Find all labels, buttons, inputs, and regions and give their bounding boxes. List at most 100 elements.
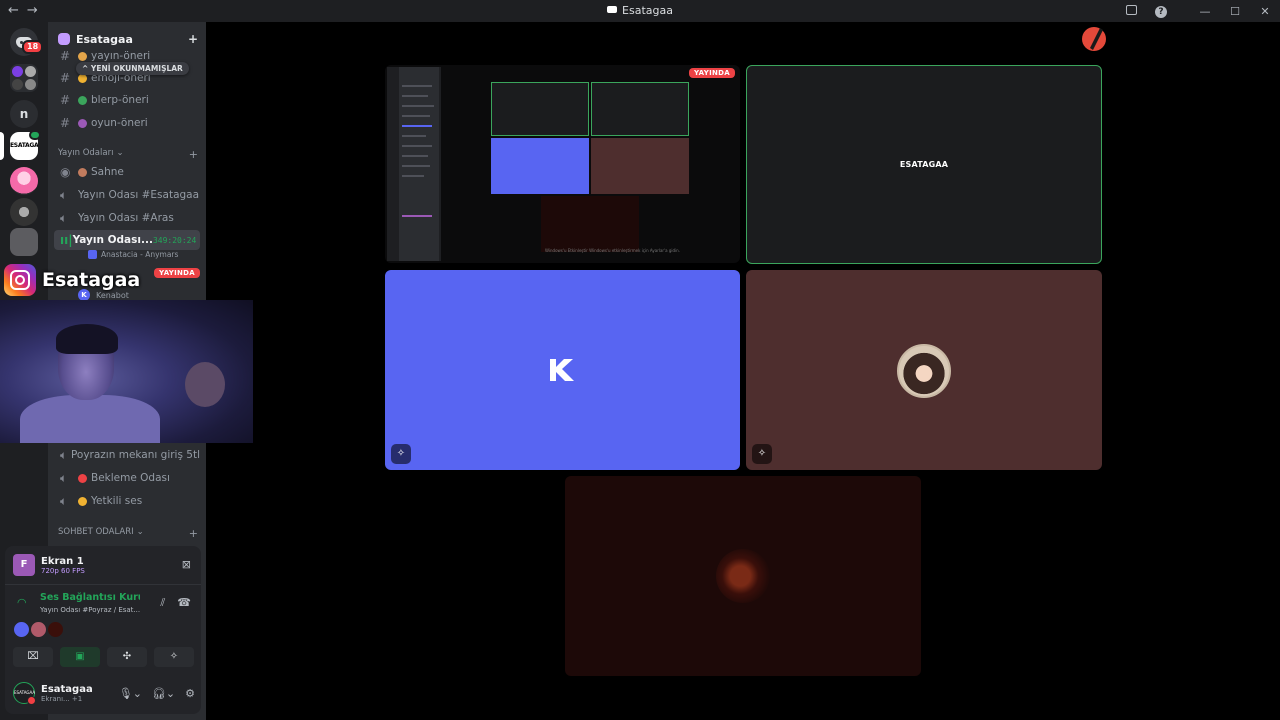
avatar [716, 549, 770, 603]
mention-badge: 18 [22, 40, 44, 54]
channel-label: Sahne [91, 166, 124, 178]
server-boost-icon [58, 33, 70, 45]
voice-participants [14, 622, 63, 637]
title-bar: ←→ Esatagaa ? — ☐ ✕ [0, 0, 1280, 22]
username: Esatagaa [41, 683, 93, 695]
divider [5, 584, 201, 585]
headphones-icon[interactable]: 🎧︎⌄ [152, 687, 175, 700]
channel-label: Poyrazın mekanı giriş 5tl [70, 449, 200, 461]
speaker-icon: 🔈︎ [60, 470, 68, 485]
channel-oyun-oneri[interactable]: # oyun-öneri [54, 113, 200, 133]
channel-label: Yetkili ses [91, 495, 143, 507]
server-n[interactable]: n [10, 100, 38, 128]
add-channel-icon[interactable]: + [189, 527, 198, 540]
channel-label: Yayın Odası... [72, 234, 153, 246]
channel-poyraz[interactable]: 🔈︎ Poyrazın mekanı giriş 5tl [54, 445, 200, 465]
lock-icon [78, 496, 87, 506]
soundboard-button[interactable]: ✧ [154, 647, 194, 667]
noise-suppression-icon[interactable]: ⫽ [160, 596, 165, 610]
avatar[interactable] [31, 622, 46, 637]
channel-emoji-icon [78, 51, 87, 61]
channel-emoji-icon [78, 118, 87, 128]
channel-label: Yayın Odası #Esatagaa [78, 189, 200, 201]
activity-icon [88, 250, 97, 259]
channel-activity: Anastacia - Anymars [88, 250, 178, 259]
channel-yayin-active[interactable]: ıı| Yayın Odası... 349:20:24 [54, 230, 200, 250]
channel-bekleme[interactable]: 🔈︎ Bekleme Odası [54, 468, 200, 488]
participant-tile-esatagaa[interactable]: ESATAGAA [746, 65, 1102, 264]
participant-tile-anime[interactable]: ✧ [746, 270, 1102, 470]
voice-controls: ⫽ ☎ [160, 596, 191, 610]
soundboard-icon[interactable]: ✧ [752, 444, 772, 464]
window-title: Esatagaa [0, 4, 1280, 17]
instagram-icon [4, 264, 36, 296]
stream-quality: 720p 60 FPS [41, 566, 85, 575]
kenabot-logo-icon [550, 359, 574, 381]
stream-thumb: F [13, 554, 35, 576]
brand-logo-icon [1082, 27, 1106, 51]
screen-live-badge: YAYINDA [688, 68, 735, 78]
stop-stream-icon[interactable]: ⊠ [182, 558, 191, 571]
hash-icon: # [60, 93, 71, 107]
selected-server-indicator [0, 132, 4, 160]
help-icon[interactable]: ? [1146, 4, 1176, 18]
channel-yayin-aras[interactable]: 🔈︎ Yayın Odası #Aras [54, 208, 200, 228]
channel-label: oyun-öneri [91, 117, 148, 129]
disconnect-icon[interactable]: ☎ [177, 596, 191, 610]
webcam-overlay [0, 300, 253, 443]
stream-info[interactable]: F Ekran 1 720p 60 FPS [13, 554, 85, 576]
chevron-down-icon: ⌄ [136, 527, 144, 537]
close-button[interactable]: ✕ [1250, 5, 1280, 18]
server-gray[interactable] [10, 228, 38, 256]
hash-icon: # [60, 116, 71, 130]
avatar[interactable]: ESATAGAA [13, 682, 36, 705]
window-title-text: Esatagaa [622, 4, 673, 17]
signal-icon: ◠ [17, 596, 27, 609]
category-label: Yayın Odaları [58, 148, 114, 158]
channel-sahne[interactable]: ◉ Sahne [54, 162, 200, 182]
channel-emoji-icon [78, 167, 87, 177]
server-folder[interactable] [10, 64, 38, 92]
add-member-icon[interactable]: + [188, 32, 198, 46]
gear-icon[interactable]: ⚙ [185, 687, 195, 700]
camera-toggle-button[interactable]: ⌧ [13, 647, 53, 667]
microphone-icon[interactable]: 🎙︎⌄ [119, 687, 142, 700]
activity-label: Anastacia - Anymars [101, 250, 179, 259]
maximize-button[interactable]: ☐ [1220, 5, 1250, 18]
channel-blerp-oneri[interactable]: # blerp-öneri [54, 90, 200, 110]
chevron-down-icon: ⌄ [116, 148, 124, 158]
minimize-button[interactable]: — [1190, 5, 1220, 18]
category-label: SOHBET ODALARI [58, 527, 134, 537]
soundboard-icon[interactable]: ✧ [391, 444, 411, 464]
category-sohbet-odalari[interactable]: SOHBET ODALARI ⌄ + [58, 527, 198, 540]
hash-icon: # [60, 71, 71, 85]
category-yayin-odalari[interactable]: Yayın Odaları ⌄ + [58, 148, 198, 161]
add-channel-icon[interactable]: + [189, 148, 198, 161]
voice-activity-icon: ıı| [60, 233, 73, 247]
channel-emoji-icon [78, 473, 87, 483]
voice-channel: Yayın Odası #Poyraz / Esat... [40, 606, 141, 614]
current-user: ESATAGAA Esatagaa Ekranı... +1 🎙︎⌄ 🎧︎⌄ ⚙ [13, 682, 195, 705]
channel-yetkili[interactable]: 🔈︎ Yetkili ses [54, 491, 200, 511]
channel-yayin-esatagaa[interactable]: 🔈︎ Yayın Odası #Esatagaa [54, 185, 200, 205]
participant-tile-dark[interactable] [565, 476, 921, 676]
activity-buttons: ⌧ ▣ ✣ ✧ [13, 647, 194, 667]
screen-share-tile[interactable]: YAYINDA Windows'u Etkinleştir Windows'u … [385, 65, 740, 263]
inbox-icon[interactable] [1116, 4, 1146, 18]
channel-label: blerp-öneri [91, 94, 149, 106]
screen-share-icon: ▣ [75, 651, 85, 662]
overlay-brand-name: Esatagaa [42, 269, 141, 291]
participant-tile-kenabot[interactable]: ✧ [385, 270, 740, 470]
new-unreads-pill[interactable]: ^ YENİ OKUNMAMIŞLAR [76, 62, 189, 75]
speaker-icon: 🔈︎ [60, 187, 68, 202]
avatar[interactable] [14, 622, 29, 637]
server-anime[interactable] [10, 167, 38, 195]
window-controls: ? — ☐ ✕ [1116, 0, 1280, 22]
screen-share-button[interactable]: ▣ [60, 647, 100, 667]
channel-label: Yayın Odası #Aras [78, 212, 174, 224]
avatar[interactable] [48, 622, 63, 637]
activities-button[interactable]: ✣ [107, 647, 147, 667]
server-dark[interactable] [10, 198, 38, 226]
channel-label: yayın-öneri [91, 50, 151, 62]
stream-title: Ekran 1 [41, 555, 84, 567]
